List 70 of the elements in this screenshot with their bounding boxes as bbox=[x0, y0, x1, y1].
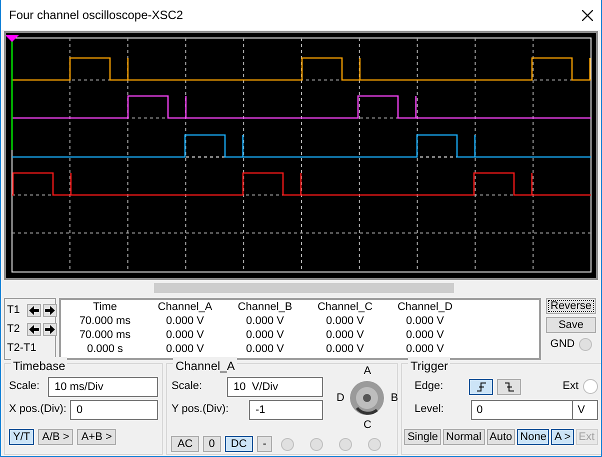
table-cell-text: 0.000 V bbox=[405, 343, 445, 357]
save-button[interactable]: Save bbox=[546, 317, 596, 333]
coupling-button[interactable]: - bbox=[256, 436, 272, 452]
table-cell-text: 0.000 V bbox=[165, 329, 205, 343]
column-header: Channel_C bbox=[316, 301, 374, 315]
close-icon[interactable] bbox=[582, 10, 593, 20]
knob-icon[interactable] bbox=[349, 380, 386, 416]
trigger-mode-button[interactable]: Auto bbox=[486, 429, 516, 445]
coupling-button[interactable]: 0 bbox=[202, 436, 221, 452]
table-cell-text: 0.000 V bbox=[325, 315, 365, 329]
window-title: Four channel oscilloscope-XSC2 bbox=[9, 7, 184, 24]
table-cell-text: 0.000 V bbox=[245, 343, 285, 357]
left-arrow-button[interactable] bbox=[27, 322, 41, 336]
coupling-button[interactable]: DC bbox=[224, 436, 253, 452]
table-cell-text: 0.000 V bbox=[245, 315, 285, 329]
mode-button[interactable]: A/B > bbox=[38, 429, 74, 445]
table-cell-text: 0.000 V bbox=[325, 329, 365, 343]
table-cell-text: 0.000 V bbox=[325, 343, 365, 357]
right-arrow-button[interactable] bbox=[43, 304, 57, 316]
table-cell-text: 0.000 V bbox=[165, 343, 205, 357]
field-label: Scale: bbox=[171, 379, 202, 394]
ypos-field[interactable]: -1 bbox=[249, 400, 324, 420]
table-cell-text: 0.000 V bbox=[245, 329, 285, 343]
coupling-button[interactable]: AC bbox=[171, 436, 199, 452]
right-arrow-button[interactable] bbox=[43, 322, 57, 336]
trigger-mode-button[interactable]: A > bbox=[551, 429, 574, 445]
table-cell-text: 70.000 ms bbox=[78, 315, 132, 329]
scale-field[interactable]: 10 V/Div bbox=[227, 376, 324, 396]
left-arrow-button[interactable] bbox=[27, 304, 41, 316]
radio-button[interactable] bbox=[582, 379, 598, 394]
table-cell-text: 70.000 ms bbox=[78, 329, 132, 343]
scrollbar-thumb[interactable] bbox=[154, 283, 454, 293]
mode-button[interactable]: Y/T bbox=[9, 429, 34, 445]
table-cell-text: 0.000 V bbox=[405, 329, 445, 343]
mode-button[interactable]: A+B > bbox=[77, 429, 116, 445]
field-label: Y pos.(Div): bbox=[171, 402, 229, 418]
ext-label: Ext bbox=[562, 379, 579, 394]
trigger-mode-button[interactable]: None bbox=[517, 429, 550, 445]
trigger-mode-button[interactable]: Normal bbox=[443, 429, 484, 445]
field-label: X pos.(Div): bbox=[9, 402, 66, 418]
group-title: Channel_A bbox=[173, 357, 237, 375]
trigger-mode-button[interactable]: Single bbox=[404, 429, 442, 445]
group-title: Trigger bbox=[408, 357, 450, 375]
unit-field: V bbox=[572, 400, 598, 420]
column-header: Channel_D bbox=[396, 301, 454, 315]
cursor-label: T2-T1 bbox=[7, 340, 38, 356]
table-cell-text: 0.000 s bbox=[86, 343, 124, 357]
column-header: Time bbox=[92, 301, 118, 315]
column-header: Channel_B bbox=[236, 301, 294, 315]
edge-icon bbox=[476, 382, 487, 392]
field-label: Edge: bbox=[414, 379, 444, 394]
level-field[interactable]: 0 bbox=[470, 400, 573, 420]
falling-edge-button[interactable] bbox=[497, 378, 522, 394]
knob-label: C bbox=[363, 418, 372, 433]
rising-edge-button[interactable] bbox=[469, 378, 494, 394]
field-label: Scale: bbox=[9, 379, 40, 394]
field-label: Level: bbox=[414, 402, 444, 418]
cursor-label: T1 bbox=[7, 302, 21, 318]
cursor-label: T2 bbox=[7, 322, 21, 337]
knob-label: B bbox=[390, 390, 398, 406]
xpos-field[interactable]: 0 bbox=[70, 400, 158, 420]
table-cell-text: 0.000 V bbox=[405, 315, 445, 329]
knob-label: D bbox=[336, 390, 344, 406]
reverse-button[interactable]: Reverse bbox=[546, 298, 596, 314]
column-header: Channel_A bbox=[156, 301, 214, 315]
edge-icon bbox=[504, 382, 515, 392]
gnd-label: GND bbox=[550, 337, 575, 352]
table-cell-text: 0.000 V bbox=[165, 315, 205, 329]
scale-field[interactable]: 10 ms/Div bbox=[48, 376, 158, 396]
knob-label: A bbox=[364, 364, 372, 379]
